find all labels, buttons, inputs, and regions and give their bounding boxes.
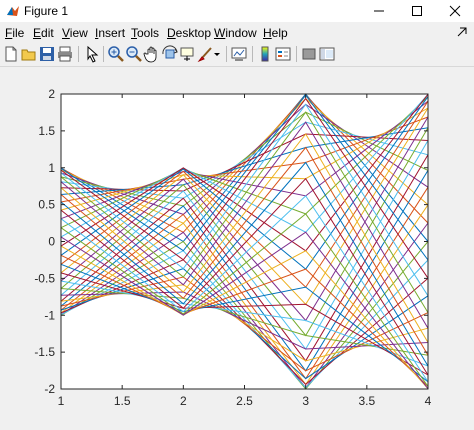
x-tick-label: 4: [425, 394, 432, 408]
x-tick-label: 1: [58, 394, 65, 408]
maximize-icon: [412, 6, 422, 16]
menu-insert[interactable]: Insert: [95, 26, 125, 40]
menu-window[interactable]: Window: [214, 26, 257, 40]
minimize-button[interactable]: [360, 0, 398, 22]
y-tick-label: 2: [48, 87, 55, 101]
x-tick-label: 1.5: [114, 394, 131, 408]
y-tick-label: -1.5: [34, 345, 55, 359]
dock-arrow-icon[interactable]: [456, 26, 468, 38]
close-icon: [449, 5, 461, 17]
show-plot-tools-icon[interactable]: [318, 45, 336, 63]
toolbar-separator: [296, 46, 297, 62]
toolbar-separator: [252, 46, 253, 62]
x-tick-label: 2: [180, 394, 187, 408]
x-tick-label: 2.5: [236, 394, 253, 408]
zoom-in-icon[interactable]: [107, 45, 125, 63]
pointer-icon[interactable]: [83, 45, 101, 63]
y-tick-label: -0.5: [34, 271, 55, 285]
maximize-button[interactable]: [398, 0, 436, 22]
y-tick-label: 0.5: [38, 198, 55, 212]
toolbar-separator: [226, 46, 227, 62]
rotate-3d-icon[interactable]: [161, 45, 179, 63]
brush-dropdown-icon[interactable]: [213, 45, 221, 63]
menu-help[interactable]: Help: [263, 26, 288, 40]
figure-toolbar: [0, 42, 474, 67]
title-bar: Figure 1: [0, 0, 474, 22]
x-tick-label: 3: [302, 394, 309, 408]
x-tick-label: 3.5: [358, 394, 375, 408]
save-icon[interactable]: [38, 45, 56, 63]
minimize-icon: [374, 10, 384, 12]
toolbar-separator: [78, 46, 79, 62]
print-icon[interactable]: [56, 45, 74, 63]
menu-bar: File Edit View Insert Tools Desktop Wind…: [0, 24, 474, 42]
y-tick-label: 1: [48, 161, 55, 175]
colorbar-icon[interactable]: [256, 45, 274, 63]
menu-file[interactable]: File: [5, 26, 24, 40]
new-figure-icon[interactable]: [2, 45, 20, 63]
y-tick-label: 0: [48, 235, 55, 249]
open-file-icon[interactable]: [20, 45, 38, 63]
data-cursor-icon[interactable]: [179, 45, 197, 63]
menu-view[interactable]: View: [62, 26, 88, 40]
menu-edit[interactable]: Edit: [33, 26, 54, 40]
menu-tools[interactable]: Tools: [131, 26, 159, 40]
window-title: Figure 1: [24, 4, 69, 18]
toolbar-separator: [103, 46, 104, 62]
y-tick-label: -2: [44, 382, 55, 396]
plot-axes[interactable]: 1 1.5 2 2.5 3 3.5 4 -2 -1.5 -1 -0.5 0 0.5 1 1.5 2: [0, 67, 474, 430]
y-tick-label: -1: [44, 308, 55, 322]
y-tick-label: 1.5: [38, 124, 55, 138]
hide-plot-tools-icon[interactable]: [300, 45, 318, 63]
pan-icon[interactable]: [143, 45, 161, 63]
legend-icon[interactable]: [274, 45, 292, 63]
close-button[interactable]: [436, 0, 474, 22]
menu-desktop[interactable]: Desktop: [167, 26, 211, 40]
matlab-logo-icon: [7, 6, 19, 16]
zoom-out-icon[interactable]: [125, 45, 143, 63]
link-plot-icon[interactable]: [230, 45, 248, 63]
figure-canvas: 1 1.5 2 2.5 3 3.5 4 -2 -1.5 -1 -0.5 0 0.5 1 1.5 2: [0, 67, 474, 430]
